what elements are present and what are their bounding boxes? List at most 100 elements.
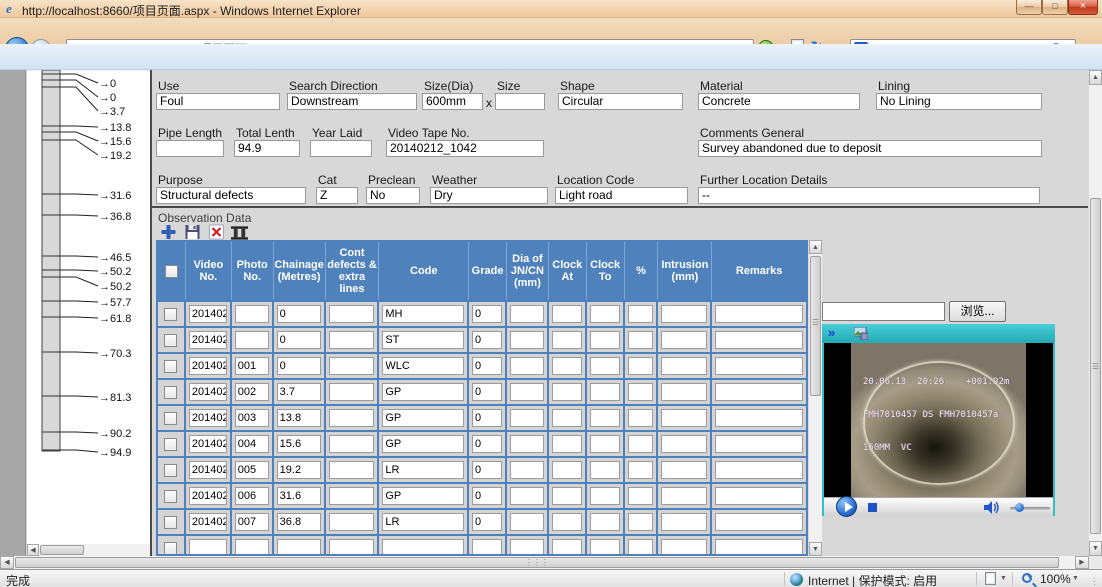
scrollbar-thumb[interactable]: ☰ [810, 256, 821, 396]
page-hscrollbar[interactable]: ◀ ⋮⋮⋮ ▶ [0, 556, 1089, 569]
cell-input[interactable] [661, 435, 707, 453]
cell-input[interactable]: 201402 [189, 513, 227, 531]
cell-input[interactable]: GP [382, 409, 464, 427]
use-field[interactable]: Foul [156, 93, 280, 110]
cell-input[interactable] [552, 513, 582, 531]
cell-input[interactable]: 15.6 [277, 435, 321, 453]
cell-input[interactable] [510, 409, 544, 427]
cell-input[interactable] [628, 331, 654, 349]
cell-input[interactable]: 003 [235, 409, 269, 427]
search-direction-field[interactable]: Downstream [287, 93, 417, 110]
cell-input[interactable] [628, 539, 654, 556]
cell-input[interactable] [382, 539, 464, 556]
scroll-up-icon[interactable]: ▲ [1089, 70, 1102, 85]
size-dia-field[interactable]: 600mm [422, 93, 483, 110]
cell-input[interactable] [552, 435, 582, 453]
cell-input[interactable] [329, 513, 375, 531]
cell-input[interactable] [628, 409, 654, 427]
cell-input[interactable] [661, 539, 707, 556]
cell-input[interactable] [510, 331, 544, 349]
cell-input[interactable]: GP [382, 383, 464, 401]
cell-input[interactable]: 0 [472, 435, 502, 453]
cell-input[interactable] [552, 409, 582, 427]
stop-playback-button[interactable] [868, 503, 877, 512]
volume-slider-thumb[interactable] [1015, 503, 1024, 512]
cell-input[interactable]: 201402 [189, 305, 227, 323]
cell-input[interactable] [661, 383, 707, 401]
cell-input[interactable] [510, 383, 544, 401]
save-icon[interactable] [184, 224, 201, 240]
cell-input[interactable] [715, 487, 803, 505]
cell-input[interactable] [590, 331, 620, 349]
cell-input[interactable] [329, 461, 375, 479]
cell-input[interactable]: 004 [235, 435, 269, 453]
volume-icon[interactable] [984, 501, 1000, 514]
scroll-right-icon[interactable]: ▶ [1075, 556, 1089, 569]
cell-input[interactable]: MH [382, 305, 464, 323]
row-checkbox[interactable] [164, 438, 177, 451]
page-vscrollbar[interactable]: ▲ ☰ ▼ [1089, 70, 1102, 556]
cell-input[interactable] [277, 539, 321, 556]
cat-field[interactable]: Z [316, 187, 358, 204]
scroll-left-icon[interactable]: ◀ [0, 556, 14, 569]
cell-input[interactable]: GP [382, 487, 464, 505]
cell-input[interactable] [552, 383, 582, 401]
cell-input[interactable] [661, 487, 707, 505]
cell-input[interactable]: 201402 [189, 357, 227, 375]
cell-input[interactable] [590, 487, 620, 505]
cell-input[interactable] [590, 409, 620, 427]
cell-input[interactable] [552, 539, 582, 556]
preclean-field[interactable]: No [366, 187, 420, 204]
cell-input[interactable]: 002 [235, 383, 269, 401]
cell-input[interactable]: WLC [382, 357, 464, 375]
cell-input[interactable] [510, 487, 544, 505]
cell-input[interactable]: 001 [235, 357, 269, 375]
cell-input[interactable] [189, 539, 227, 556]
comments-general-field[interactable]: Survey abandoned due to deposit [698, 140, 1042, 157]
cell-input[interactable]: 31.6 [277, 487, 321, 505]
video-tape-no-field[interactable]: 20140212_1042 [386, 140, 544, 157]
cell-input[interactable] [715, 513, 803, 531]
cell-input[interactable] [235, 331, 269, 349]
cell-input[interactable] [590, 435, 620, 453]
cell-input[interactable]: 201402 [189, 487, 227, 505]
cell-input[interactable] [661, 305, 707, 323]
further-location-details-field[interactable]: -- [698, 187, 1040, 204]
cell-input[interactable] [661, 513, 707, 531]
cell-input[interactable] [715, 331, 803, 349]
cell-input[interactable] [235, 539, 269, 556]
cell-input[interactable]: 201402 [189, 409, 227, 427]
minimize-button[interactable]: — [1016, 0, 1042, 15]
cell-input[interactable]: 0 [277, 357, 321, 375]
zoom-level[interactable]: 100% [1040, 572, 1071, 586]
cell-input[interactable]: 201402 [189, 435, 227, 453]
cell-input[interactable] [329, 435, 375, 453]
resize-grip[interactable]: ⋮⋮ [1090, 576, 1102, 587]
close-button[interactable]: × [1068, 0, 1098, 15]
cell-input[interactable] [715, 461, 803, 479]
cell-input[interactable] [628, 435, 654, 453]
cell-input[interactable]: 201402 [189, 383, 227, 401]
cell-input[interactable] [552, 331, 582, 349]
cell-input[interactable]: GP [382, 435, 464, 453]
scrollbar-thumb[interactable]: ⋮⋮⋮ [15, 557, 1059, 568]
scroll-down-icon[interactable]: ▼ [1089, 541, 1102, 556]
cell-input[interactable] [715, 409, 803, 427]
cell-input[interactable] [628, 513, 654, 531]
play-button[interactable] [836, 496, 857, 517]
cell-input[interactable]: 0 [472, 331, 502, 349]
cell-input[interactable] [329, 331, 375, 349]
cell-input[interactable]: 201402 [189, 461, 227, 479]
cell-input[interactable]: 19.2 [277, 461, 321, 479]
cell-input[interactable] [552, 461, 582, 479]
cell-input[interactable] [552, 305, 582, 323]
maximize-button[interactable]: □ [1042, 0, 1068, 15]
cell-input[interactable] [329, 305, 375, 323]
add-row-icon[interactable] [160, 224, 177, 240]
cell-input[interactable] [661, 331, 707, 349]
row-checkbox[interactable] [164, 490, 177, 503]
expand-chevrons-icon[interactable]: » [828, 325, 835, 340]
delete-row-icon[interactable] [208, 224, 225, 240]
cell-input[interactable] [329, 539, 375, 556]
cell-input[interactable] [510, 305, 544, 323]
